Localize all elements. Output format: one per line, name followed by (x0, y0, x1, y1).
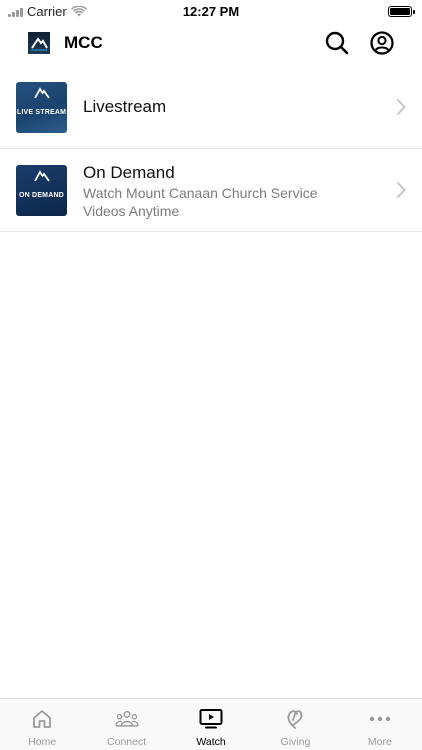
on-demand-thumbnail: ON DEMAND (16, 165, 67, 216)
app-header: MCC (0, 22, 422, 66)
tab-label: Watch (196, 736, 226, 748)
more-dots-icon (369, 716, 391, 722)
home-icon (33, 710, 52, 728)
status-bar: Carrier 12:27 PM (0, 0, 422, 22)
tab-connect[interactable]: Connect (84, 699, 168, 750)
tab-label: Connect (107, 736, 147, 748)
app-logo (28, 32, 50, 54)
chevron-right-icon (396, 98, 406, 116)
tab-bar: Home Connect Watch Giving More (0, 698, 422, 750)
battery-icon (388, 6, 415, 17)
search-button[interactable] (324, 30, 350, 56)
mountain-logo-icon (33, 170, 50, 182)
livestream-thumbnail: LIVE STREAM (16, 82, 67, 133)
list-item-on-demand[interactable]: ON DEMAND On Demand Watch Mount Canaan C… (0, 149, 422, 232)
list-item-livestream[interactable]: LIVE STREAM Livestream (0, 66, 422, 149)
tv-play-icon (199, 709, 223, 729)
row-title: Livestream (83, 97, 167, 116)
user-circle-icon (370, 31, 394, 55)
tab-label: Home (28, 736, 57, 748)
row-title: On Demand (83, 163, 175, 182)
tab-home[interactable]: Home (0, 699, 84, 750)
watch-list: LIVE STREAM Livestream ON DEMAND On Dema… (0, 66, 422, 232)
thumbnail-label: ON DEMAND (19, 192, 64, 199)
app-title: MCC (64, 33, 103, 52)
tab-watch[interactable]: Watch (169, 699, 253, 750)
tab-giving[interactable]: Giving (253, 699, 337, 750)
thumbnail-label: LIVE STREAM (16, 109, 67, 116)
mountain-logo-icon (33, 87, 50, 99)
status-time: 12:27 PM (182, 4, 240, 19)
tab-label: Giving (280, 736, 311, 748)
row-subtitle: Watch Mount Canaan Church Service Videos… (83, 185, 318, 219)
chevron-right-icon (396, 181, 406, 199)
search-icon (325, 31, 349, 55)
people-icon (114, 710, 139, 727)
tab-more[interactable]: More (338, 699, 422, 750)
giving-icon (287, 710, 303, 729)
profile-button[interactable] (369, 30, 395, 56)
tab-label: More (367, 736, 392, 748)
